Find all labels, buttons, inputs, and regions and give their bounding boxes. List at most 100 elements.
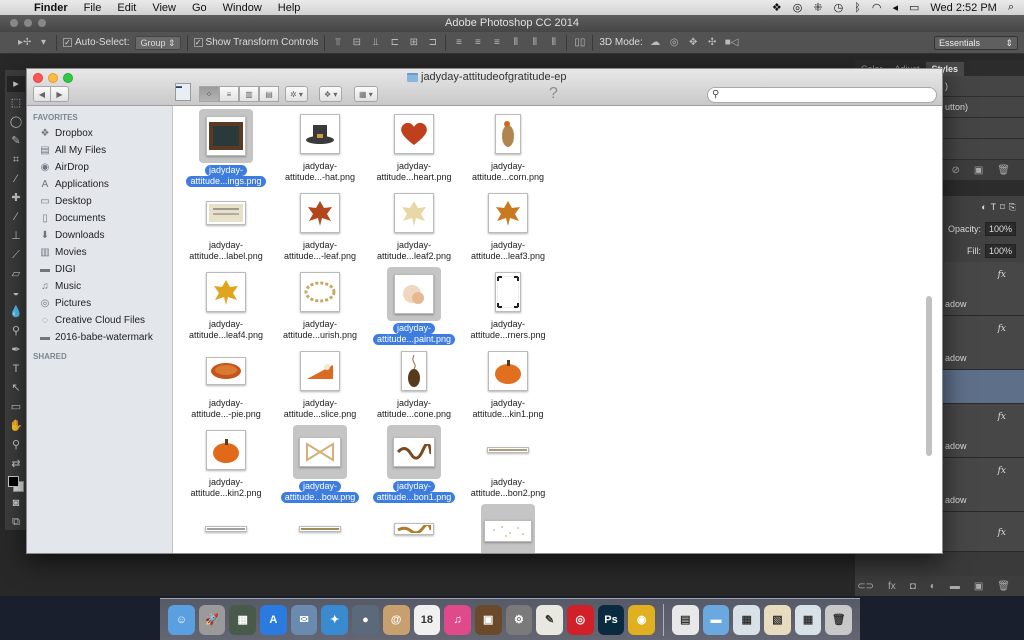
time-machine-icon[interactable]: ◷: [834, 1, 844, 14]
distribute-bottom-icon[interactable]: ≡: [490, 37, 503, 48]
align-vcenter-icon[interactable]: ⊟: [350, 37, 363, 48]
volume-icon[interactable]: ◂: [892, 1, 898, 14]
file-item[interactable]: jadyday-attitude...corn.png: [460, 109, 556, 183]
dock-itunes-icon[interactable]: ♫: [444, 604, 471, 635]
sidebar-item-all-my-files[interactable]: ▤ All My Files: [27, 142, 172, 159]
file-item[interactable]: jadyday-attitude...kin2.png: [178, 425, 274, 499]
icon-view-button[interactable]: ⁘: [199, 86, 219, 102]
auto-select-checkbox[interactable]: ✓ Auto-Select:: [63, 37, 129, 48]
align-top-icon[interactable]: ⫪: [331, 37, 344, 48]
blur-tool-icon[interactable]: 💧: [7, 304, 25, 320]
menu-file[interactable]: File: [76, 2, 110, 14]
sidebar-item-documents[interactable]: ▯ Documents: [27, 210, 172, 227]
3d-camera-icon[interactable]: ■◁: [725, 37, 739, 48]
link-icon[interactable]: ⊂⊃: [857, 581, 874, 592]
file-item[interactable]: [272, 504, 368, 553]
dock-spreadsheet-stack-icon[interactable]: ▦: [733, 604, 761, 635]
file-item[interactable]: jadyday-attitude...label.png: [178, 188, 274, 262]
sidebar-item-2016-babe-watermark[interactable]: ▬ 2016-babe-watermark: [27, 329, 172, 346]
file-item[interactable]: jadyday-attitude...-pie.png: [178, 346, 274, 420]
align-left-icon[interactable]: ⊏: [388, 37, 401, 48]
battery-icon[interactable]: ▭: [909, 1, 919, 14]
new-style-icon[interactable]: ▣: [974, 165, 983, 176]
file-item[interactable]: jadyday-attitude...bon1.png: [366, 425, 462, 503]
dock-spreadsheet-stack-2-icon[interactable]: ▦: [794, 604, 822, 635]
file-item[interactable]: jadyday-attitude...slice.png: [272, 346, 368, 420]
3d-roll-icon[interactable]: ◎: [668, 37, 681, 48]
opacity-field[interactable]: 100%: [984, 222, 1016, 236]
color-swatches[interactable]: [7, 475, 25, 492]
distribute-vcenter-icon[interactable]: ≡: [471, 37, 484, 48]
dock-contacts-icon[interactable]: @: [382, 604, 410, 635]
search-icon[interactable]: ⌕: [1008, 1, 1014, 14]
move-tool-icon[interactable]: ▸: [7, 76, 25, 92]
hand-tool-icon[interactable]: ✋: [7, 418, 25, 434]
dock-iphoto-icon[interactable]: ▣: [474, 604, 502, 635]
file-item[interactable]: jadyday-attitude...leaf4.png: [178, 267, 274, 341]
swap-colors-icon[interactable]: ⇄: [7, 456, 25, 472]
menu-go[interactable]: Go: [184, 2, 215, 14]
sidebar-item-applications[interactable]: A Applications: [27, 176, 172, 193]
crop-tool-icon[interactable]: ⌗: [7, 152, 25, 168]
file-item[interactable]: [460, 504, 556, 553]
foreground-color[interactable]: [8, 476, 19, 487]
distribute-left-icon[interactable]: ⫴: [509, 37, 522, 48]
dock-facetime-icon[interactable]: ●: [352, 604, 379, 635]
eyedropper-tool-icon[interactable]: ⁄: [7, 171, 25, 187]
close-button[interactable]: [33, 73, 43, 83]
file-item[interactable]: [366, 504, 462, 553]
dock-calendar-icon[interactable]: 18: [413, 604, 441, 635]
close-button[interactable]: [10, 19, 18, 27]
minimize-button[interactable]: [24, 19, 32, 27]
gear-icon[interactable]: ✲ ▾: [285, 86, 308, 102]
sidebar-item-digi[interactable]: ▬ DIGI: [27, 261, 172, 278]
fill-field[interactable]: 100%: [984, 244, 1016, 258]
dock-preview-icon[interactable]: ✉: [290, 604, 318, 635]
eraser-tool-icon[interactable]: ▱: [7, 266, 25, 282]
3d-pan-icon[interactable]: ✥: [687, 37, 700, 48]
dock-folder-stack-icon[interactable]: ▬: [702, 604, 730, 635]
file-item[interactable]: jadyday-attitude...ings.png: [178, 109, 274, 187]
file-item[interactable]: jadyday-attitude...rners.png: [460, 267, 556, 341]
dock-creative-cloud-icon[interactable]: ◎: [566, 604, 594, 635]
adjustment-filter-icon[interactable]: ◐: [981, 202, 986, 212]
3d-slide-icon[interactable]: ✣: [706, 37, 719, 48]
trash-icon[interactable]: 🗑: [997, 165, 1010, 176]
scrollbar[interactable]: [926, 296, 932, 456]
align-right-icon[interactable]: ⊐: [426, 37, 439, 48]
file-item[interactable]: jadyday-attitude...heart.png: [366, 109, 462, 183]
bluetooth-icon[interactable]: ᛒ: [854, 2, 861, 14]
type-tool-icon[interactable]: T: [7, 361, 25, 377]
history-brush-tool-icon[interactable]: ⟋: [7, 247, 25, 263]
distribute-right-icon[interactable]: ⫴: [547, 37, 560, 48]
fx-icon[interactable]: fx: [998, 466, 1006, 476]
file-item[interactable]: jadyday-attitude...kin1.png: [460, 346, 556, 420]
quick-select-tool-icon[interactable]: ✎: [7, 133, 25, 149]
file-item[interactable]: jadyday-attitude...bow.png: [272, 425, 368, 503]
shape-filter-icon[interactable]: ⌑: [1000, 202, 1005, 213]
show-transform-checkbox[interactable]: ✓ Show Transform Controls: [193, 37, 318, 48]
dropbox-icon[interactable]: ❖ ▾: [319, 86, 343, 102]
marquee-tool-icon[interactable]: ⬚: [7, 95, 25, 111]
pen-tool-icon[interactable]: ✒: [7, 342, 25, 358]
file-item[interactable]: jadyday-attitude...leaf2.png: [366, 188, 462, 262]
arrange-icon[interactable]: ▦ ▾: [354, 86, 378, 102]
file-item[interactable]: jadyday-attitude...paint.png: [366, 267, 462, 345]
menu-window[interactable]: Window: [215, 2, 270, 14]
smart-object-filter-icon[interactable]: ⎘: [1009, 202, 1016, 213]
align-hcenter-icon[interactable]: ⊞: [407, 37, 420, 48]
dock-chrome-icon[interactable]: ◉: [628, 604, 655, 635]
search-input[interactable]: ⚲: [707, 87, 937, 103]
file-item[interactable]: jadyday-attitude...-leaf.png: [272, 188, 368, 262]
adjustment-icon[interactable]: ◐: [930, 581, 936, 592]
sidebar-item-downloads[interactable]: ⬇ Downloads: [27, 227, 172, 244]
quick-mask-icon[interactable]: ◙: [7, 495, 25, 511]
sidebar-item-movies[interactable]: ▥ Movies: [27, 244, 172, 261]
minimize-button[interactable]: [48, 73, 58, 83]
file-item[interactable]: jadyday-attitude...leaf3.png: [460, 188, 556, 262]
dock-finder-icon[interactable]: ☺: [168, 604, 195, 635]
dock-mission-control-icon[interactable]: ▦: [229, 604, 257, 635]
sidebar-item-pictures[interactable]: ◎ Pictures: [27, 295, 172, 312]
sidebar-item-music[interactable]: ♫ Music: [27, 278, 172, 295]
trash-icon[interactable]: 🗑: [997, 581, 1010, 592]
